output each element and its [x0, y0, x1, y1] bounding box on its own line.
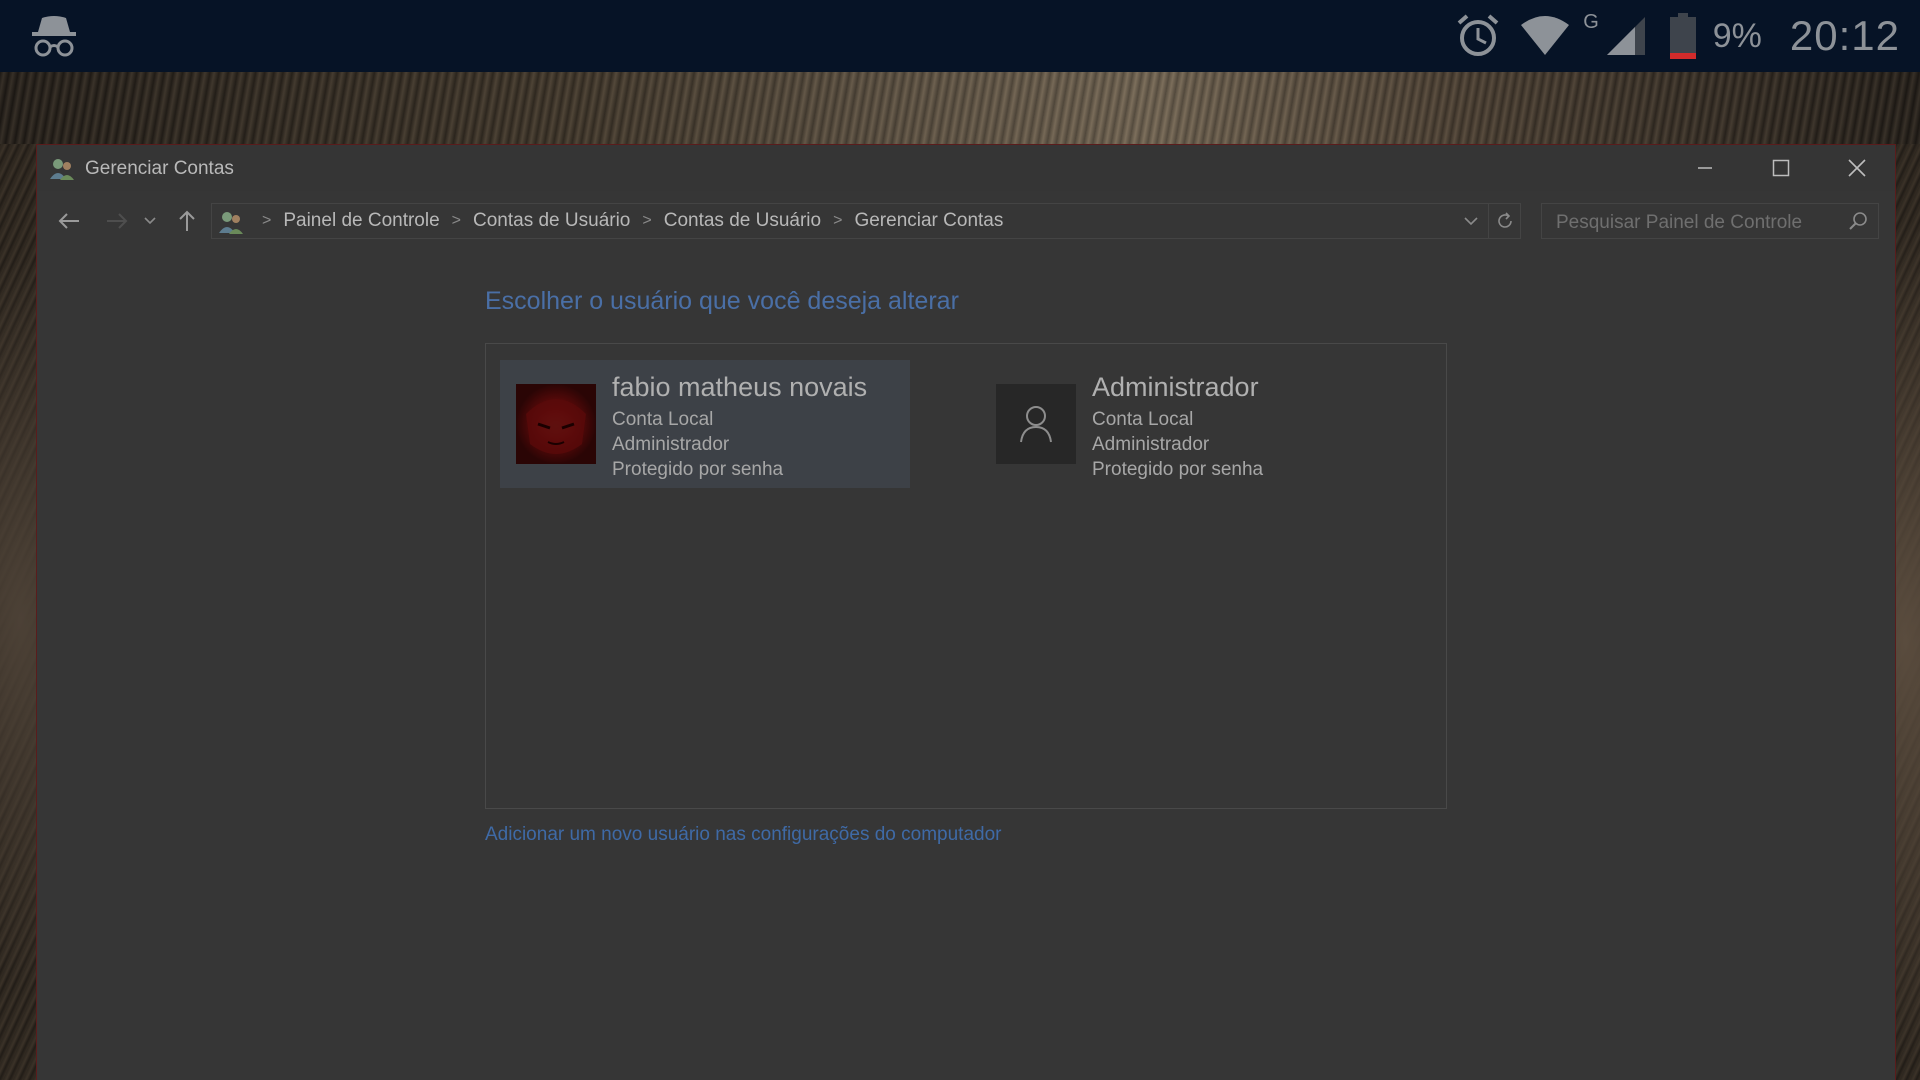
chevron-down-icon: [144, 217, 156, 225]
breadcrumb-separator[interactable]: >: [642, 212, 651, 230]
close-button[interactable]: [1819, 145, 1895, 191]
maximize-icon: [1772, 159, 1790, 177]
alarm-icon: [1455, 13, 1501, 59]
user-role: Administrador: [1092, 434, 1210, 455]
breadcrumb-item-painel-de-controle[interactable]: Painel de Controle: [283, 210, 439, 232]
breadcrumb-separator[interactable]: >: [833, 212, 842, 230]
minimize-icon: [1698, 167, 1712, 169]
user-protection: Protegido por senha: [1092, 459, 1264, 480]
breadcrumb-item-contas-de-usuario[interactable]: Contas de Usuário: [473, 210, 630, 232]
default-user-icon: [996, 384, 1076, 464]
battery-icon: [1669, 13, 1697, 59]
breadcrumb: > Painel de Controle > Contas de Usuário…: [250, 204, 1003, 238]
navigation-row: > Painel de Controle > Contas de Usuário…: [37, 201, 1895, 241]
address-bar[interactable]: > Painel de Controle > Contas de Usuário…: [211, 203, 1521, 239]
chevron-down-icon: [1464, 216, 1478, 225]
search-placeholder: Pesquisar Painel de Controle: [1556, 212, 1803, 233]
title-bar[interactable]: Gerenciar Contas: [37, 145, 1895, 191]
refresh-icon: [1497, 212, 1512, 228]
arrow-right-icon: [107, 213, 128, 229]
search-icon[interactable]: [1848, 211, 1868, 236]
wallpaper-band: [0, 72, 1920, 144]
user-list-panel: fabio matheus novais Conta Local Adminis…: [485, 343, 1447, 809]
close-icon: [1848, 159, 1866, 177]
arrow-left-icon: [58, 213, 79, 229]
page-title: Escolher o usuário que você deseja alter…: [485, 287, 959, 315]
avatar: [516, 384, 596, 464]
user-account-type: Conta Local: [1092, 409, 1194, 430]
users-icon: [218, 209, 244, 235]
user-photo: [516, 384, 596, 464]
control-panel-window: Gerenciar Contas > Painel de Controle > …: [36, 144, 1896, 1080]
users-icon: [49, 157, 75, 181]
user-protection: Protegido por senha: [612, 459, 784, 480]
user-info: Administrador Conta Local Administrador …: [1092, 372, 1263, 482]
maximize-button[interactable]: [1743, 145, 1819, 191]
window-title: Gerenciar Contas: [85, 158, 234, 179]
breadcrumb-separator[interactable]: >: [452, 212, 461, 230]
recent-locations-button[interactable]: [135, 201, 165, 241]
battery-percent: 9%: [1712, 16, 1762, 55]
signal-icon: [1605, 15, 1647, 57]
address-history-button[interactable]: [1456, 204, 1486, 238]
wifi-icon: [1519, 15, 1571, 57]
search-input[interactable]: Pesquisar Painel de Controle: [1541, 203, 1879, 239]
add-user-link[interactable]: Adicionar um novo usuário nas configuraç…: [485, 824, 1001, 846]
refresh-button[interactable]: [1488, 204, 1520, 238]
user-tile-administrador[interactable]: Administrador Conta Local Administrador …: [980, 360, 1390, 488]
user-name: Administrador: [1092, 372, 1259, 402]
avatar: [996, 384, 1076, 464]
minimize-button[interactable]: [1667, 145, 1743, 191]
back-button[interactable]: [49, 201, 89, 241]
breadcrumb-item-gerenciar-contas[interactable]: Gerenciar Contas: [854, 210, 1003, 232]
up-button[interactable]: [167, 201, 207, 241]
user-role: Administrador: [612, 434, 730, 455]
user-tile-fabio[interactable]: fabio matheus novais Conta Local Adminis…: [500, 360, 910, 488]
network-type-label: G: [1583, 10, 1599, 33]
breadcrumb-item-contas-de-usuario-2[interactable]: Contas de Usuário: [664, 210, 821, 232]
user-info: fabio matheus novais Conta Local Adminis…: [612, 372, 867, 482]
status-bar: G 9% 20:12: [0, 0, 1920, 72]
user-name: fabio matheus novais: [612, 372, 868, 402]
forward-button[interactable]: [97, 201, 137, 241]
breadcrumb-separator: >: [262, 212, 272, 229]
user-account-type: Conta Local: [612, 409, 714, 430]
incognito-icon: [28, 12, 80, 60]
clock: 20:12: [1789, 12, 1900, 59]
arrow-up-icon: [179, 210, 195, 231]
